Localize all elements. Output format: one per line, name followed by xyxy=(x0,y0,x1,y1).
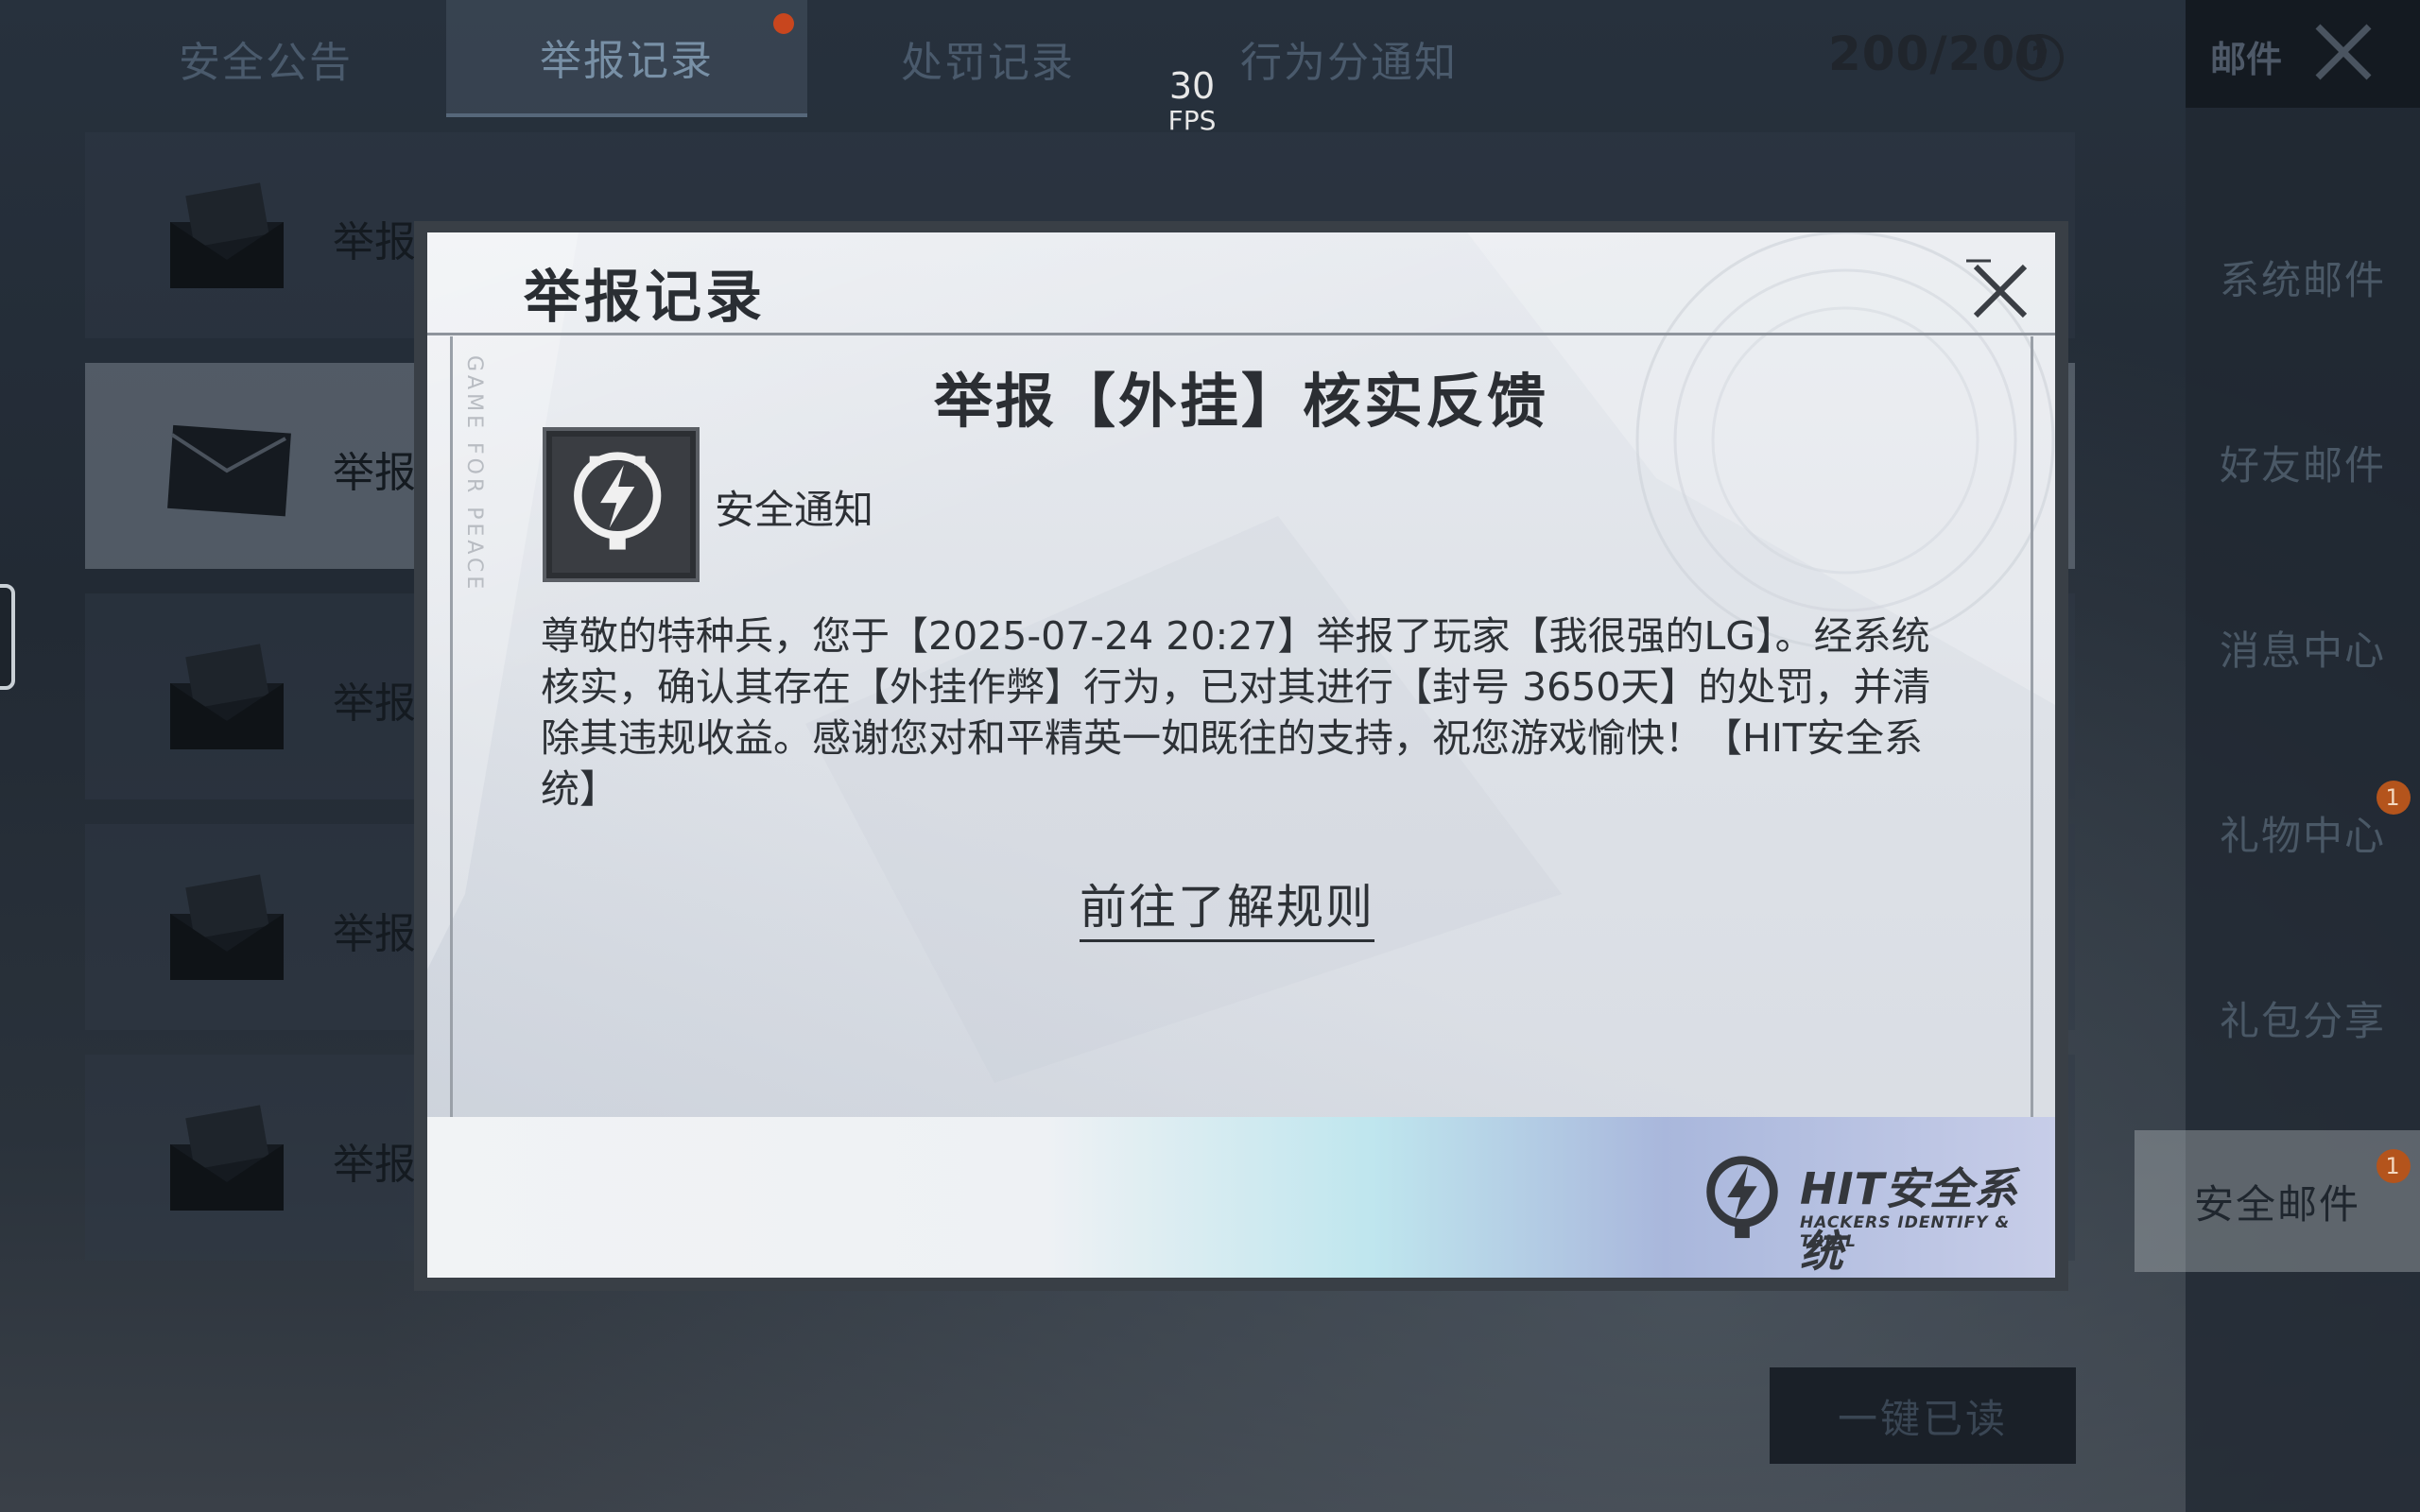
close-icon[interactable] xyxy=(1962,253,2038,329)
tab-report-records[interactable]: 举报记录 xyxy=(446,0,807,117)
tab-security-announcement[interactable]: 安全公告 xyxy=(85,0,446,117)
brand-tagline: HACKERS IDENTIFY & TRIAL xyxy=(1800,1213,2011,1251)
mail-subject: 举报 xyxy=(333,1141,416,1189)
close-icon[interactable] xyxy=(2307,19,2382,85)
left-edge-handle[interactable] xyxy=(0,584,15,690)
notification-dot xyxy=(773,13,794,34)
unread-badge: 1 xyxy=(2377,781,2411,815)
unread-badge: 1 xyxy=(2377,1149,2411,1183)
notice-message: 尊敬的特种兵，您于【2025-07-24 20:27】举报了玩家【我很强的LG】… xyxy=(541,613,1931,812)
tab-punishment-records[interactable]: 处罚记录 xyxy=(807,0,1168,117)
tab-label: 处罚记录 xyxy=(901,39,1075,87)
mail-subject: 举报 xyxy=(333,679,416,728)
envelope-icon xyxy=(170,874,284,980)
content-title: 举报【外挂】核实反馈 xyxy=(933,367,1548,436)
fps-label: FPS xyxy=(1167,105,1217,136)
help-icon[interactable]: ? xyxy=(2016,34,2064,81)
lightning-shield-icon xyxy=(574,452,662,550)
mail-subject: 举报 xyxy=(333,449,416,497)
tab-label: 举报记录 xyxy=(540,37,714,85)
sidebar-item-security-mail[interactable]: 安全邮件 1 xyxy=(2135,1130,2420,1272)
sidebar-item-label: 系统邮件 xyxy=(2219,256,2386,303)
envelope-icon xyxy=(170,1105,284,1211)
sidebar-item-gift-center[interactable]: 礼物中心 1 xyxy=(2186,762,2420,903)
sidebar-item-system-mail[interactable]: 系统邮件 xyxy=(2186,206,2420,348)
fps-overlay: 30 FPS xyxy=(1139,66,1245,136)
sidebar-item-label: 好友邮件 xyxy=(2219,441,2386,489)
fps-value: 30 xyxy=(1168,65,1216,107)
sidebar-item-gift-pack-share[interactable]: 礼包分享 xyxy=(2186,947,2420,1089)
security-notice-avatar xyxy=(543,427,700,582)
mark-all-read-button[interactable]: 一键已读 xyxy=(1770,1367,2076,1464)
envelope-icon xyxy=(167,424,291,517)
sidebar-item-label: 安全邮件 xyxy=(2193,1180,2360,1228)
sidebar-item-message-center[interactable]: 消息中心 xyxy=(2186,576,2420,718)
sidebar-title: 邮件 xyxy=(2210,39,2283,80)
sidebar-item-friend-mail[interactable]: 好友邮件 xyxy=(2186,391,2420,533)
lightning-shield-icon xyxy=(1706,1156,1778,1239)
envelope-icon xyxy=(170,182,284,288)
top-tab-bar: 安全公告 举报记录 处罚记录 行为分通知 xyxy=(85,0,1530,117)
mail-subject: 举报 xyxy=(333,218,416,266)
sidebar-item-label: 礼包分享 xyxy=(2219,997,2386,1044)
learn-rules-link[interactable]: 前往了解规则 xyxy=(1080,869,1374,942)
tab-label: 行为分通知 xyxy=(1240,39,1458,87)
sidebar-item-label: 消息中心 xyxy=(2219,627,2386,674)
report-record-dialog: 举报记录 GAME FOR PEACE 举报【外挂】核实反馈 安全通知 尊敬的特… xyxy=(427,232,2055,1278)
dialog-title: 举报记录 xyxy=(524,265,766,331)
mail-subject: 举报 xyxy=(333,910,416,958)
hit-security-logo: HIT安全系统 HACKERS IDENTIFY & TRIAL xyxy=(1692,1143,2051,1277)
title-divider xyxy=(427,333,2055,335)
sidebar-item-label: 礼物中心 xyxy=(2219,812,2386,859)
tab-label: 安全公告 xyxy=(179,39,353,87)
notice-sender: 安全通知 xyxy=(715,487,874,533)
envelope-icon xyxy=(170,644,284,749)
